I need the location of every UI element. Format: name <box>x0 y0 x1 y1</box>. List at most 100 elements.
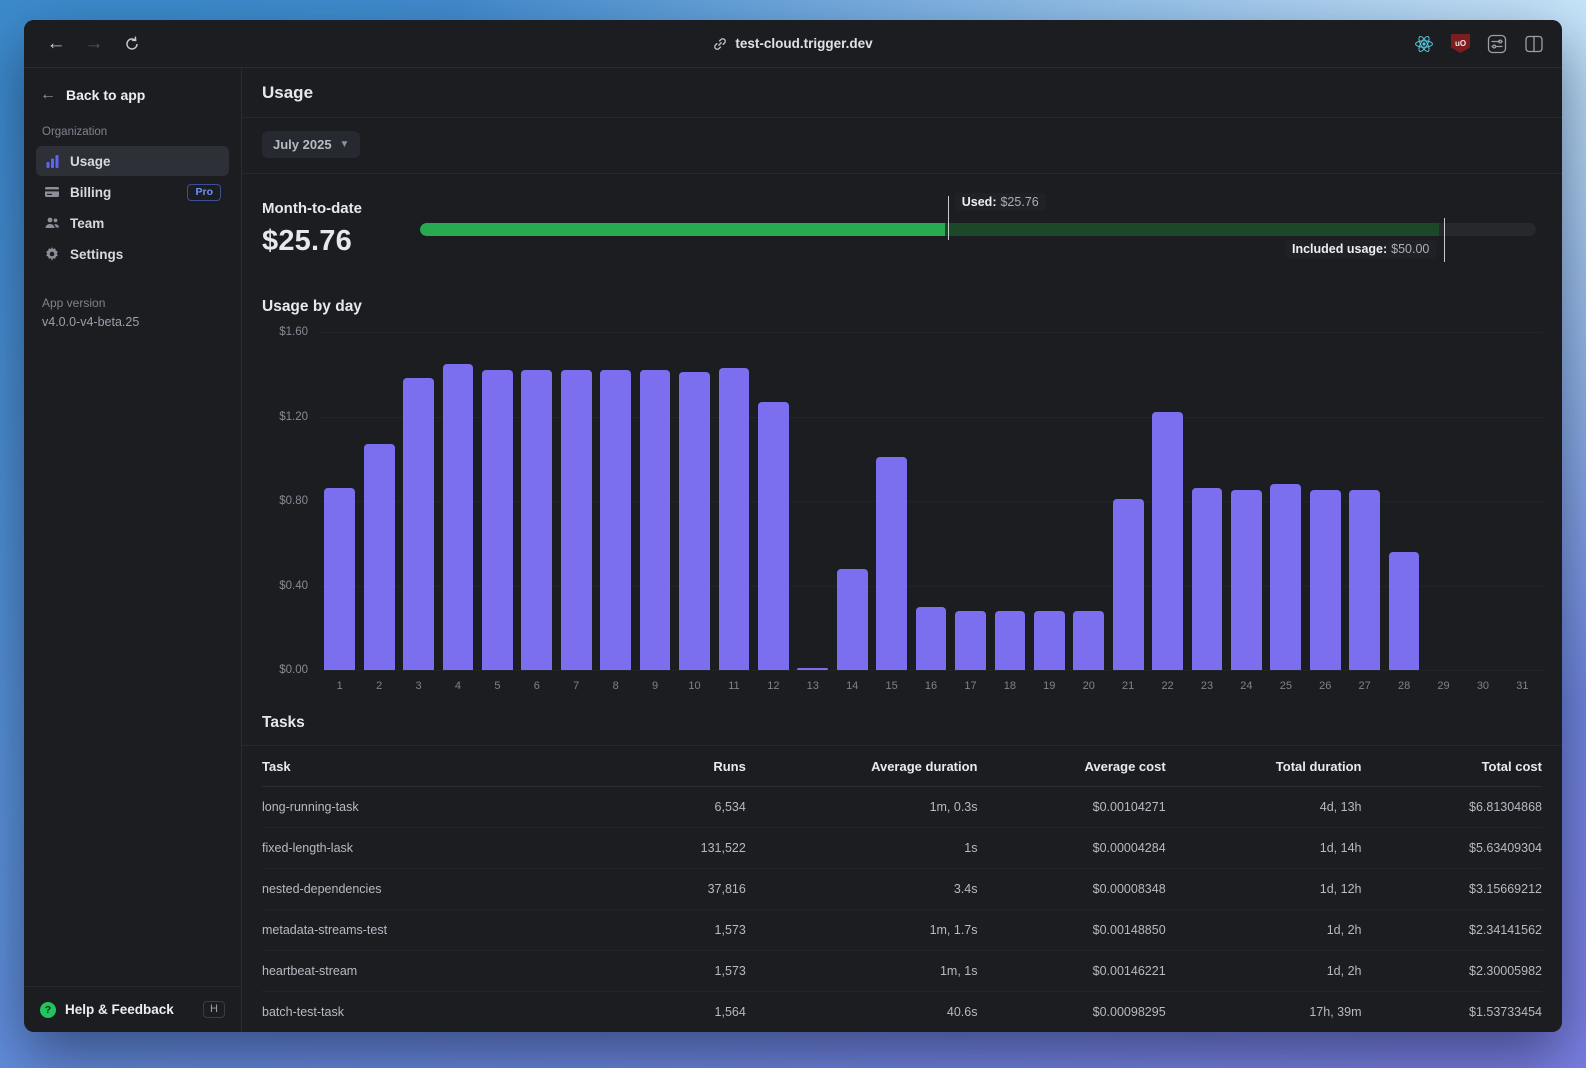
usage-bar-day-6[interactable] <box>521 370 553 670</box>
x-axis-tick-label: 2 <box>376 680 383 692</box>
usage-bar-day-9[interactable] <box>639 370 671 670</box>
help-feedback-button[interactable]: ? Help & Feedback H <box>24 986 241 1032</box>
usage-meter: Used: $25.76 Included usage: $50.00 <box>420 190 1542 268</box>
x-axis-tick-label: 10 <box>688 680 701 692</box>
x-axis-tick-label: 5 <box>494 680 501 692</box>
chart-bar-slot <box>517 332 556 670</box>
chart-bar-slot <box>438 332 477 670</box>
task-name: metadata-streams-test <box>262 909 582 951</box>
y-axis-tick-label: $1.20 <box>279 410 308 423</box>
sidebar-item-settings[interactable]: Settings <box>36 239 229 269</box>
usage-bar-day-5[interactable] <box>482 370 513 670</box>
browser-titlebar: ← → test-cloud.trigger.dev uO <box>24 20 1562 68</box>
x-axis-tick-label: 31 <box>1516 680 1529 692</box>
y-axis-tick-label: $1.60 <box>279 326 308 338</box>
usage-bar-day-20[interactable] <box>1073 610 1105 670</box>
back-to-app-button[interactable]: ← Back to app <box>36 80 229 120</box>
forward-icon[interactable]: → <box>80 30 108 58</box>
x-axis-tick-label: 24 <box>1240 680 1253 692</box>
task-cell: $2.30005982 <box>1361 950 1542 992</box>
x-axis-tick-label: 13 <box>806 680 819 692</box>
usage-bar-day-16[interactable] <box>915 606 947 670</box>
task-name: nested-dependencies <box>262 868 582 910</box>
task-cell: $0.00104271 <box>977 786 1166 828</box>
column-header-task: Task <box>262 746 582 787</box>
task-cell: 3.4s <box>745 868 978 910</box>
usage-bar-day-19[interactable] <box>1033 610 1065 670</box>
sidebar-item-label: Settings <box>70 246 124 262</box>
usage-bar-day-7[interactable] <box>560 370 592 670</box>
period-dropdown-value: July 2025 <box>273 137 332 152</box>
x-axis-tick-label: 3 <box>415 680 422 692</box>
react-devtools-icon[interactable] <box>1414 34 1434 54</box>
usage-bar-day-17[interactable] <box>955 610 986 670</box>
x-axis-tick-label: 8 <box>612 680 619 692</box>
help-feedback-label: Help & Feedback <box>65 1002 174 1017</box>
ublock-origin-icon[interactable]: uO <box>1451 34 1470 53</box>
sidebar-item-billing[interactable]: Billing Pro <box>36 177 229 207</box>
bar-chart-icon <box>44 153 60 169</box>
usage-bar-day-15[interactable] <box>876 456 907 670</box>
usage-bar-day-11[interactable] <box>718 367 750 670</box>
x-axis-tick-label: 17 <box>964 680 977 692</box>
tasks-table-header-row: Task Runs Average duration Average cost Tota… <box>262 746 1542 787</box>
chart-bar-slot <box>1424 332 1463 670</box>
sidebar-item-label: Usage <box>70 153 111 169</box>
sidebar-item-usage[interactable]: Usage <box>36 146 229 176</box>
task-cell: $3.15669212 <box>1361 868 1542 910</box>
tasks-table: Task Runs Average duration Average cost Tota… <box>262 746 1542 1032</box>
chart-bar-slot <box>1187 332 1226 670</box>
split-view-icon[interactable] <box>1524 34 1544 54</box>
x-axis-tick-label: 16 <box>924 680 938 692</box>
usage-bar-day-27[interactable] <box>1349 490 1381 670</box>
usage-bar-day-25[interactable] <box>1270 484 1302 670</box>
used-label: Used: $25.76 <box>954 193 1046 211</box>
credit-card-icon <box>44 184 60 200</box>
usage-bar-day-23[interactable] <box>1191 488 1223 670</box>
extensions-settings-icon[interactable] <box>1487 34 1507 54</box>
period-dropdown[interactable]: July 2025 ▼ <box>262 131 361 158</box>
main-content: Usage July 2025 ▼ Month-to-date $25.76 U… <box>242 68 1562 1032</box>
x-axis-tick-label: 25 <box>1279 680 1292 692</box>
usage-bar-day-10[interactable] <box>679 372 710 670</box>
usage-bar-day-18[interactable] <box>994 610 1026 670</box>
task-cell: 1d, 12h <box>1165 868 1362 910</box>
task-cell: 1m, 1.7s <box>745 909 978 951</box>
usage-bar-day-2[interactable] <box>363 443 395 670</box>
usage-bar-day-14[interactable] <box>836 568 868 670</box>
usage-bar-day-8[interactable] <box>600 370 632 670</box>
help-icon: ? <box>40 1001 56 1018</box>
browser-window: ← → test-cloud.trigger.dev uO ← Back to … <box>24 20 1562 1032</box>
usage-bar-day-22[interactable] <box>1152 412 1183 670</box>
help-shortcut-badge: H <box>203 1001 225 1018</box>
task-cell: $2.34141562 <box>1361 909 1542 951</box>
usage-bar-day-21[interactable] <box>1112 498 1144 670</box>
usage-meter-included-segment <box>944 223 1439 236</box>
x-axis-tick-label: 23 <box>1200 680 1214 692</box>
x-axis-tick-label: 30 <box>1476 680 1490 692</box>
back-icon[interactable]: ← <box>42 30 70 58</box>
usage-bar-day-12[interactable] <box>757 401 789 670</box>
usage-bar-day-26[interactable] <box>1309 490 1341 670</box>
usage-bar-day-3[interactable] <box>403 378 434 670</box>
chart-bar-slot <box>1266 332 1305 670</box>
table-row: nested-dependencies 37,816 3.4s $0.00008348… <box>262 868 1542 910</box>
table-row: long-running-task 6,534 1m, 0.3s $0.0010427… <box>262 786 1542 828</box>
chart-bar-slot <box>832 332 871 670</box>
chart-bar-slot <box>1069 332 1108 670</box>
x-axis-tick-label: 12 <box>767 680 780 692</box>
chart-bar-slot <box>675 332 714 670</box>
address-bar[interactable]: test-cloud.trigger.dev <box>713 36 873 51</box>
task-cell: 1m, 1s <box>745 950 978 992</box>
chart-bar-slot <box>1148 332 1187 670</box>
usage-bar-day-1[interactable] <box>324 488 356 670</box>
reload-icon[interactable] <box>118 30 146 58</box>
chart-bar-slot <box>1345 332 1384 670</box>
chart-bar-slot <box>320 332 359 670</box>
task-name: fixed-length-lask <box>262 827 582 869</box>
usage-bar-day-4[interactable] <box>442 363 474 670</box>
usage-bar-day-24[interactable] <box>1231 490 1262 670</box>
chart-bar-slot <box>793 332 832 670</box>
sidebar-item-team[interactable]: Team <box>36 208 229 238</box>
usage-bar-day-28[interactable] <box>1388 551 1420 670</box>
